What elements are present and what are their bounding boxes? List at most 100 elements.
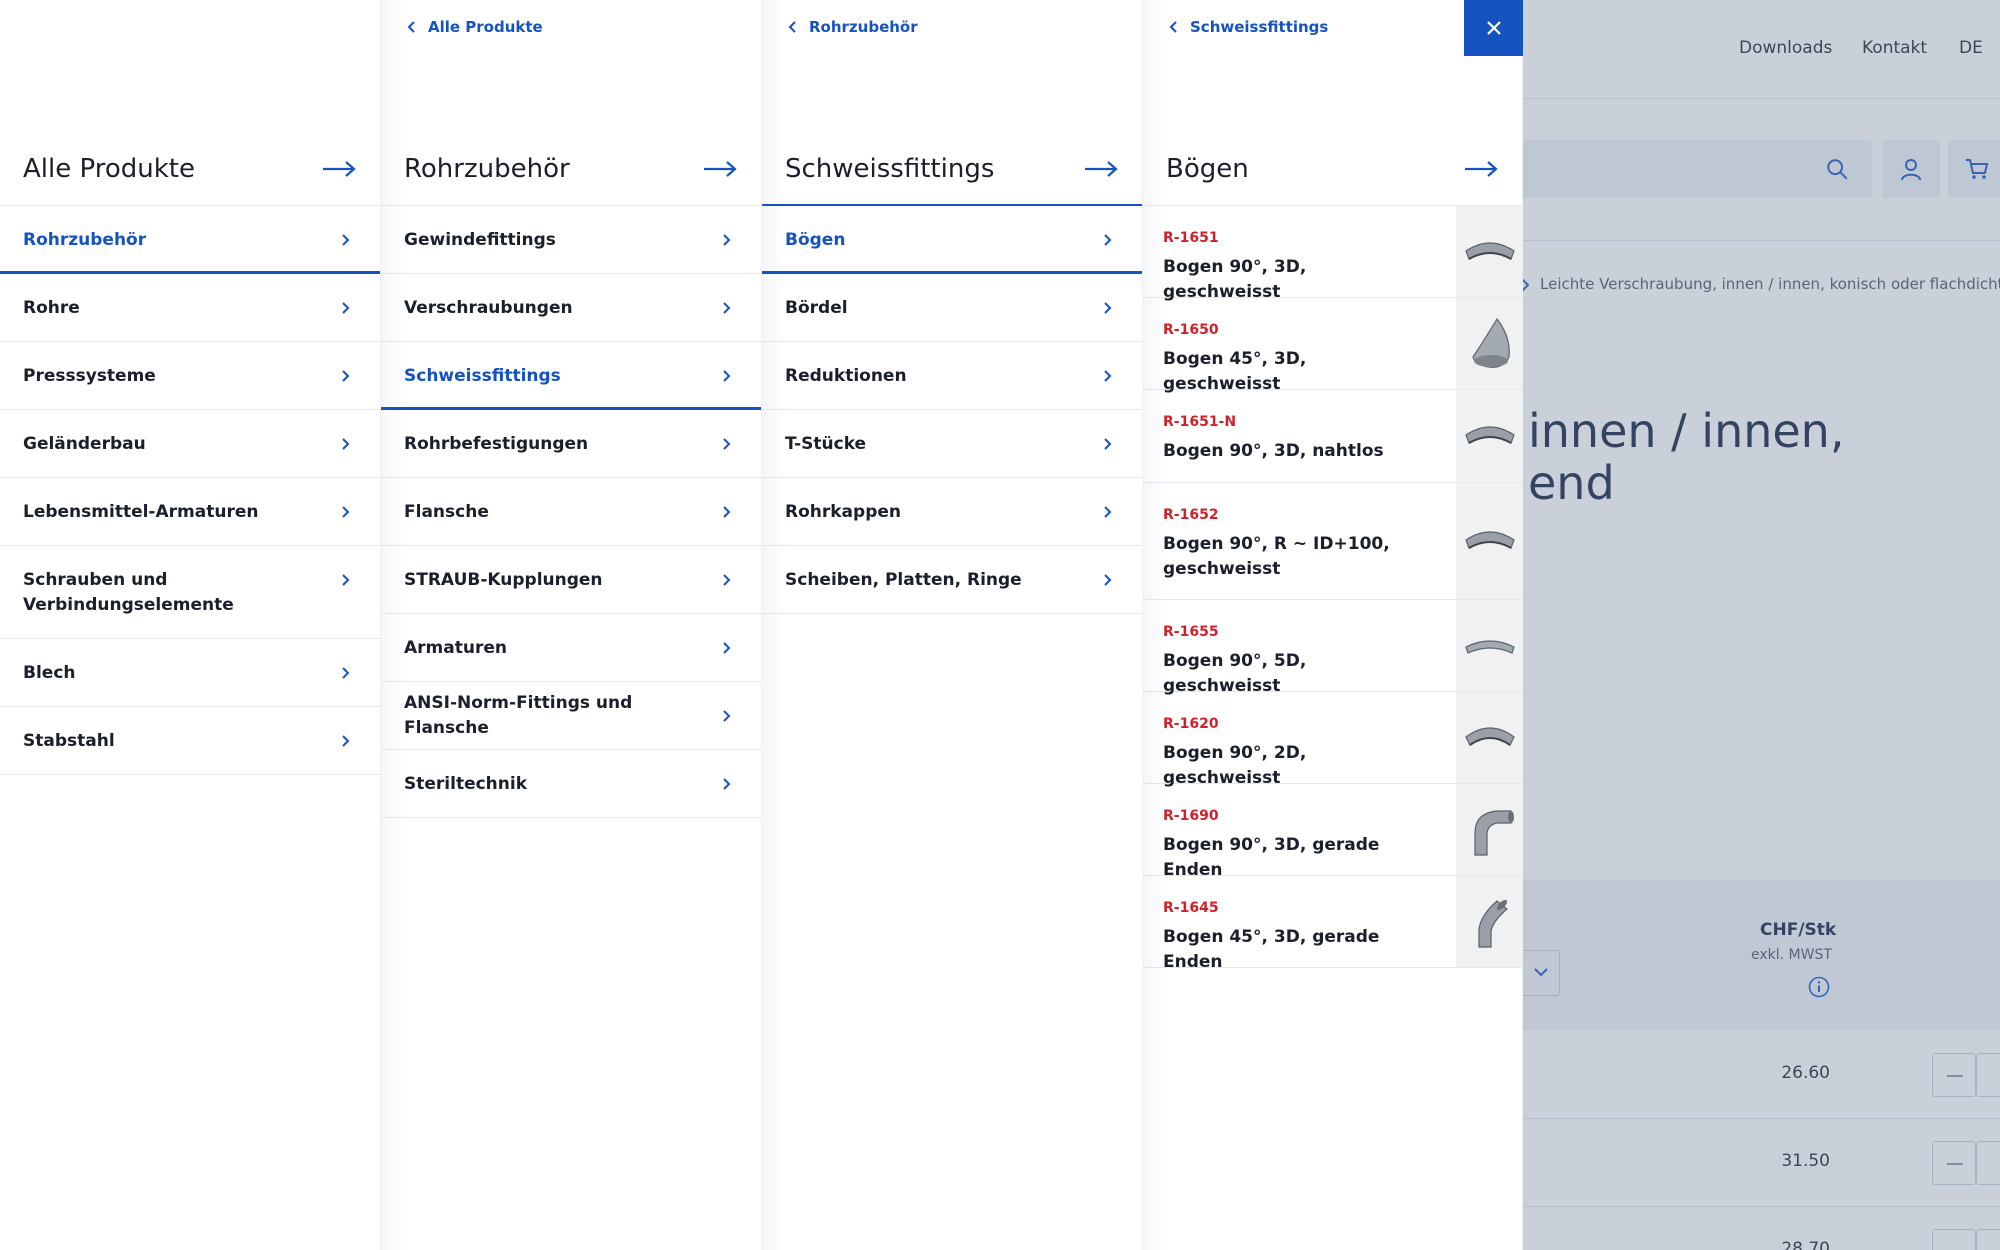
product-item[interactable]: R-1651 Bogen 90°, 3D, geschweisst xyxy=(1143,206,1523,302)
arrow-right-icon[interactable] xyxy=(1084,160,1118,178)
nav-item-presssysteme[interactable]: Presssysteme xyxy=(0,342,380,410)
product-item[interactable]: R-1690 Bogen 90°, 3D, gerade Enden xyxy=(1143,784,1523,880)
chevron-right-icon xyxy=(723,302,731,314)
column-title: Bögen xyxy=(1166,154,1249,184)
nav-item-label: Blech xyxy=(23,662,76,683)
chevron-right-icon xyxy=(723,778,731,790)
arrow-right-icon[interactable] xyxy=(1464,160,1498,178)
product-code: R-1651 xyxy=(1163,230,1219,246)
column-header[interactable]: Alle Produkte xyxy=(0,138,380,206)
product-item[interactable]: R-1651-N Bogen 90°, 3D, nahtlos xyxy=(1143,390,1523,483)
elbow-90-icon xyxy=(1464,426,1515,444)
back-button[interactable]: Alle Produkte xyxy=(407,17,543,37)
product-item[interactable]: R-1645 Bogen 45°, 3D, gerade Enden xyxy=(1143,876,1523,972)
nav-item-straub-kupplungen[interactable]: STRAUB-Kupplungen xyxy=(381,546,761,614)
nav-item-rohre[interactable]: Rohre xyxy=(0,274,380,342)
product-item[interactable]: R-1652 Bogen 90°, R ~ ID+100, geschweiss… xyxy=(1143,483,1523,600)
nav-item-flansche[interactable]: Flansche xyxy=(381,478,761,546)
back-button[interactable]: Schweissfittings xyxy=(1169,17,1328,37)
nav-item-label: Verschraubungen xyxy=(404,297,573,318)
chevron-right-icon xyxy=(723,438,731,450)
product-code: R-1620 xyxy=(1163,716,1219,732)
chevron-right-icon xyxy=(342,370,350,382)
nav-item-blech[interactable]: Blech xyxy=(0,639,380,707)
column-header[interactable]: Schweissfittings xyxy=(762,138,1142,206)
column-header[interactable]: Bögen xyxy=(1143,138,1522,206)
modal-overlay[interactable] xyxy=(1523,0,2000,1250)
nav-item-gewindefittings[interactable]: Gewindefittings xyxy=(381,206,761,274)
nav-column-schweissfittings: Rohrzubehör Schweissfittings Bögen Börde… xyxy=(762,0,1143,1250)
close-button[interactable] xyxy=(1464,0,1523,56)
nav-item-label: Rohrkappen xyxy=(785,501,902,522)
nav-item-t-stuecke[interactable]: T-Stücke xyxy=(762,410,1142,478)
nav-item-label: Flansche xyxy=(404,501,489,522)
nav-item-rohrzubehoer[interactable]: Rohrzubehör xyxy=(0,206,380,274)
product-code: R-1651-N xyxy=(1163,414,1237,430)
nav-item-label: Rohrzubehör xyxy=(23,229,147,250)
chevron-right-icon xyxy=(342,302,350,314)
nav-item-label: STRAUB-Kupplungen xyxy=(404,569,603,590)
nav-item-label: Schweissfittings xyxy=(404,365,561,386)
chevron-right-icon xyxy=(723,506,731,518)
nav-item-verschraubungen[interactable]: Verschraubungen xyxy=(381,274,761,342)
nav-column-all-products: Alle Produkte Rohrzubehör Rohre Presssys… xyxy=(0,0,381,1250)
nav-item-armaturen[interactable]: Armaturen xyxy=(381,614,761,682)
chevron-right-icon xyxy=(342,735,350,747)
nav-item-boegen[interactable]: Bögen xyxy=(762,206,1142,274)
nav-item-label: Stabstahl xyxy=(23,730,115,751)
back-label: Rohrzubehör xyxy=(809,18,918,36)
nav-item-rohrkappen[interactable]: Rohrkappen xyxy=(762,478,1142,546)
chevron-right-icon xyxy=(723,370,731,382)
chevron-right-icon xyxy=(1104,506,1112,518)
product-item[interactable]: R-1650 Bogen 45°, 3D, geschweisst xyxy=(1143,298,1523,394)
nav-item-scheiben[interactable]: Scheiben, Platten, Ringe xyxy=(762,546,1142,614)
chevron-right-icon xyxy=(723,574,731,586)
product-thumbnail xyxy=(1456,483,1523,599)
product-thumbnail xyxy=(1456,784,1523,875)
nav-item-rohrbefestigungen[interactable]: Rohrbefestigungen xyxy=(381,410,761,478)
elbow-45-icon xyxy=(1471,317,1510,368)
nav-item-label: Presssysteme xyxy=(23,365,156,386)
nav-item-reduktionen[interactable]: Reduktionen xyxy=(762,342,1142,410)
nav-item-steriltechnik[interactable]: Steriltechnik xyxy=(381,750,761,818)
product-item[interactable]: R-1655 Bogen 90°, 5D, geschweisst xyxy=(1143,600,1523,696)
chevron-right-icon xyxy=(723,642,731,654)
nav-item-schweissfittings[interactable]: Schweissfittings xyxy=(381,342,761,410)
arrow-right-icon[interactable] xyxy=(703,160,737,178)
nav-item-schrauben[interactable]: Schrauben und Verbindungselemente xyxy=(0,546,380,639)
chevron-right-icon xyxy=(342,438,350,450)
nav-item-label: T-Stücke xyxy=(785,433,867,454)
product-thumbnail xyxy=(1456,390,1523,482)
nav-item-label: Armaturen xyxy=(404,637,507,658)
product-thumbnail xyxy=(1456,298,1523,389)
chevron-right-icon xyxy=(1104,438,1112,450)
column-header[interactable]: Rohrzubehör xyxy=(381,138,761,206)
product-code: R-1652 xyxy=(1163,507,1219,523)
nav-item-gelaenderbau[interactable]: Geländerbau xyxy=(0,410,380,478)
chevron-left-icon xyxy=(407,21,415,33)
arrow-right-icon[interactable] xyxy=(322,160,356,178)
nav-item-stabstahl[interactable]: Stabstahl xyxy=(0,707,380,775)
column-title: Alle Produkte xyxy=(23,154,195,184)
back-button[interactable]: Rohrzubehör xyxy=(788,17,918,37)
chevron-right-icon xyxy=(1104,234,1112,246)
product-code: R-1650 xyxy=(1163,322,1219,338)
nav-item-label: Rohre xyxy=(23,297,80,318)
nav-item-label: Rohrbefestigungen xyxy=(404,433,589,454)
chevron-right-icon xyxy=(723,710,731,722)
product-item[interactable]: R-1620 Bogen 90°, 2D, geschweisst xyxy=(1143,692,1523,788)
elbow-90-icon xyxy=(1464,241,1515,260)
nav-column-rohrzubehoer: Alle Produkte Rohrzubehör Gewindefitting… xyxy=(381,0,762,1250)
product-thumbnail xyxy=(1456,692,1523,783)
nav-item-ansi-norm[interactable]: ANSI-Norm-Fittings und Flansche xyxy=(381,682,761,750)
chevron-right-icon xyxy=(342,506,350,518)
chevron-left-icon xyxy=(1169,21,1177,33)
nav-item-label: Schrauben und Verbindungselemente xyxy=(23,569,234,615)
nav-item-label: Lebensmittel-Armaturen xyxy=(23,501,259,522)
nav-item-label: Bögen xyxy=(785,229,846,250)
chevron-right-icon xyxy=(1104,574,1112,586)
chevron-right-icon xyxy=(342,234,350,246)
elbow-2d-icon xyxy=(1464,726,1515,746)
nav-item-boerdel[interactable]: Bördel xyxy=(762,274,1142,342)
nav-item-lebensmittel-armaturen[interactable]: Lebensmittel-Armaturen xyxy=(0,478,380,546)
